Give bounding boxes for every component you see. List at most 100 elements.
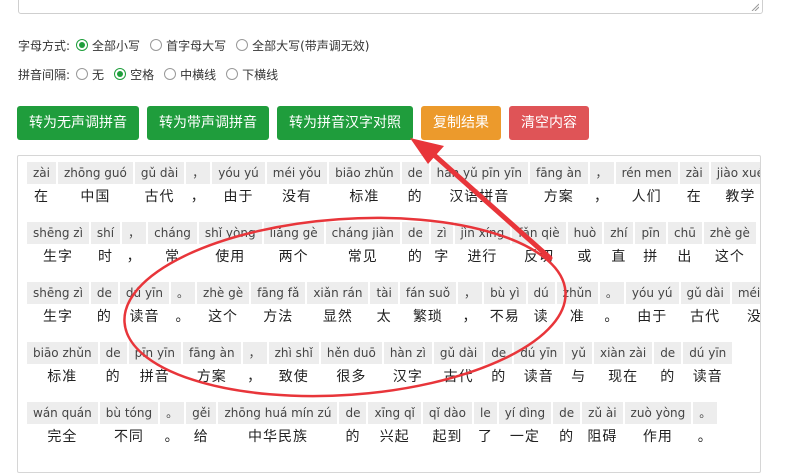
hanzi-text: ， <box>247 369 263 385</box>
result-panel: zài 在 zhōng guó 中国 gǔ dài 古代，， yóu yú 由于 méi yǒu… <box>17 155 761 473</box>
pinyin-unit: ，， <box>186 162 211 210</box>
pinyin-unit: fāng àn 方案 <box>183 342 241 390</box>
action-button-1[interactable]: 转为带声调拼音 <box>147 106 269 140</box>
hanzi-text: 方案 <box>543 189 574 205</box>
pinyin-text: zhí <box>604 222 634 244</box>
hanzi-text: 时 <box>98 249 114 265</box>
radio-label: 中横线 <box>180 67 217 82</box>
result-line: shēng zì 生字 shí 时，， cháng 常 shǐ yòng 使用 liǎng gè… <box>27 222 758 270</box>
pinyin-unit: qǐ dào 起到 <box>422 402 472 450</box>
pinyin-unit: yóu yú 由于 <box>212 162 265 210</box>
hanzi-text: 的 <box>96 309 112 325</box>
pinyin-text: méi yǒu <box>266 162 328 184</box>
radio-circle-icon[interactable] <box>164 68 177 80</box>
pinyin-text: 。 <box>599 282 624 304</box>
case-choices: 全部小写 首字母大写 全部大写(带声调无效) <box>76 37 379 54</box>
pinyin-unit: zhōng huá mín zú 中华民族 <box>218 402 338 450</box>
pinyin-text: gěi <box>186 402 217 424</box>
pinyin-unit: pīn yīn 拼音 <box>128 342 181 390</box>
pinyin-unit: fǎn qiè 反切 <box>512 222 566 270</box>
hanzi-text: 标准 <box>349 189 380 205</box>
pinyin-text: de <box>99 342 127 364</box>
radio-label: 全部大写(带声调无效) <box>252 38 370 53</box>
hanzi-text: 方案 <box>196 369 227 385</box>
action-button-4[interactable]: 清空内容 <box>509 106 589 140</box>
radio-circle-icon[interactable] <box>76 39 89 51</box>
radio-circle-icon[interactable] <box>150 39 163 51</box>
action-button-2[interactable]: 转为拼音汉字对照 <box>277 106 413 140</box>
hanzi-text: 方法 <box>263 309 294 325</box>
radio-circle-icon[interactable] <box>236 39 249 51</box>
pinyin-unit: de 的 <box>553 402 581 450</box>
hanzi-text: 了 <box>477 429 493 445</box>
spacing-radio-0[interactable]: 无 <box>76 66 104 83</box>
pinyin-text: le <box>473 402 497 424</box>
pinyin-unit: de 的 <box>401 162 429 210</box>
resize-grip-icon[interactable] <box>751 3 759 11</box>
pinyin-text: zhè gè <box>703 222 756 244</box>
pinyin-text: hàn zì <box>383 342 432 364</box>
pinyin-unit: ，， <box>589 162 614 210</box>
radio-circle-icon[interactable] <box>114 68 127 80</box>
hanzi-text: 在 <box>686 189 702 205</box>
action-button-3[interactable]: 复制结果 <box>421 106 501 140</box>
input-textarea[interactable] <box>18 0 763 14</box>
spacing-option-label: 拼音间隔: <box>18 67 71 82</box>
pinyin-unit: zhí 直 <box>604 222 634 270</box>
pinyin-text: gǔ dài <box>433 342 484 364</box>
pinyin-text: zài <box>679 162 709 184</box>
spacing-radio-1[interactable]: 空格 <box>114 66 154 83</box>
case-radio-0[interactable]: 全部小写 <box>76 37 140 54</box>
pinyin-unit: jiào xué 教学 <box>710 162 760 210</box>
pinyin-text: pīn <box>635 222 666 244</box>
pinyin-unit: ，， <box>458 282 483 330</box>
pinyin-text: xiǎn rán <box>307 282 369 304</box>
pinyin-unit: dú yīn 读音 <box>119 282 169 330</box>
pinyin-unit: wán quán 完全 <box>27 402 98 450</box>
hanzi-text: 或 <box>577 249 593 265</box>
pinyin-unit: xiàn zài 现在 <box>593 342 653 390</box>
hanzi-text: 两个 <box>278 249 309 265</box>
pinyin-text: shēng zì <box>27 282 89 304</box>
case-radio-2[interactable]: 全部大写(带声调无效) <box>236 37 369 54</box>
hanzi-text: 的 <box>660 369 676 385</box>
pinyin-unit: fāng fǎ 方法 <box>251 282 306 330</box>
spacing-radio-3[interactable]: 下横线 <box>226 66 278 83</box>
pinyin-text: jiào xué <box>710 162 760 184</box>
pinyin-text: zì <box>430 222 453 244</box>
radio-circle-icon[interactable] <box>226 68 239 80</box>
pinyin-unit: hàn zì 汉字 <box>383 342 432 390</box>
pinyin-text: pīn yīn <box>128 342 181 364</box>
pinyin-text: shǐ yòng <box>198 222 262 244</box>
radio-label: 无 <box>92 67 105 82</box>
spacing-radio-2[interactable]: 中横线 <box>164 66 216 83</box>
hanzi-text: 由于 <box>637 309 668 325</box>
hanzi-text: 一定 <box>509 429 540 445</box>
hanzi-text: 的 <box>105 369 121 385</box>
pinyin-unit: biāo zhǔn 标准 <box>329 162 400 210</box>
pinyin-text: dú yīn <box>119 282 169 304</box>
hanzi-text: 没有 <box>746 309 761 325</box>
pinyin-unit: xiǎn rán 显然 <box>307 282 369 330</box>
radio-label: 空格 <box>130 67 155 82</box>
result-line: shēng zì 生字 de 的 dú yīn 读音。。 zhè gè 这个 fāng fǎ 方法… <box>27 282 761 330</box>
result-line: wán quán 完全 bù tóng 不同。。 gěi 给 zhōng huá mín z… <box>27 402 719 450</box>
hanzi-text: 太 <box>376 309 392 325</box>
pinyin-text: ， <box>242 342 267 364</box>
pinyin-unit: méi yǒu 没有 <box>731 282 761 330</box>
pinyin-unit: cháng 常 <box>148 222 197 270</box>
hanzi-text: 拼音 <box>139 369 170 385</box>
radio-circle-icon[interactable] <box>76 68 89 80</box>
pinyin-unit: jìn xíng 进行 <box>454 222 511 270</box>
hanzi-text: 由于 <box>223 189 254 205</box>
pinyin-text: ， <box>589 162 614 184</box>
hanzi-text: 的 <box>407 189 423 205</box>
pinyin-unit: 。。 <box>160 402 185 450</box>
pinyin-unit: xīng qǐ 兴起 <box>368 402 421 450</box>
pinyin-text: biāo zhǔn <box>329 162 400 184</box>
case-radio-1[interactable]: 首字母大写 <box>150 37 226 54</box>
action-button-0[interactable]: 转为无声调拼音 <box>17 106 139 140</box>
hanzi-text: 这个 <box>714 249 745 265</box>
pinyin-text: chū <box>668 222 702 244</box>
pinyin-unit: liǎng gè 两个 <box>263 222 324 270</box>
